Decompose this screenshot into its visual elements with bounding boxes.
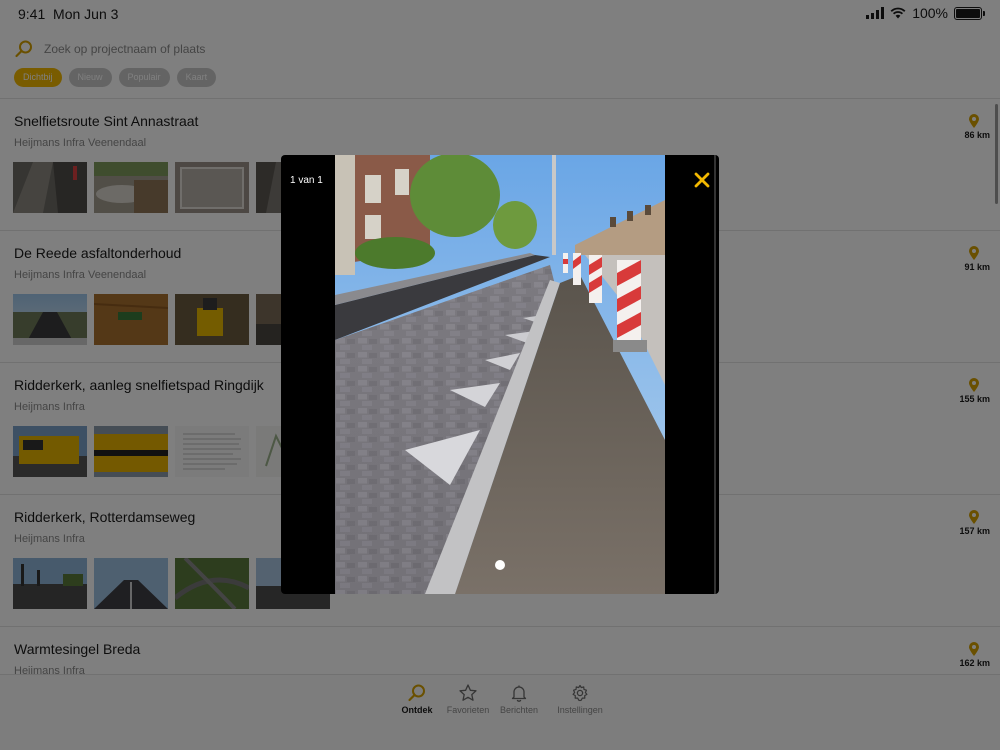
close-icon <box>694 172 710 188</box>
page-indicator-dot[interactable] <box>495 560 505 570</box>
photo-viewer: 1 van 1 <box>281 155 719 594</box>
project-photo-large[interactable] <box>335 155 665 594</box>
close-button[interactable] <box>691 169 713 191</box>
viewer-edge <box>714 155 716 594</box>
photo-counter: 1 van 1 <box>290 175 323 186</box>
